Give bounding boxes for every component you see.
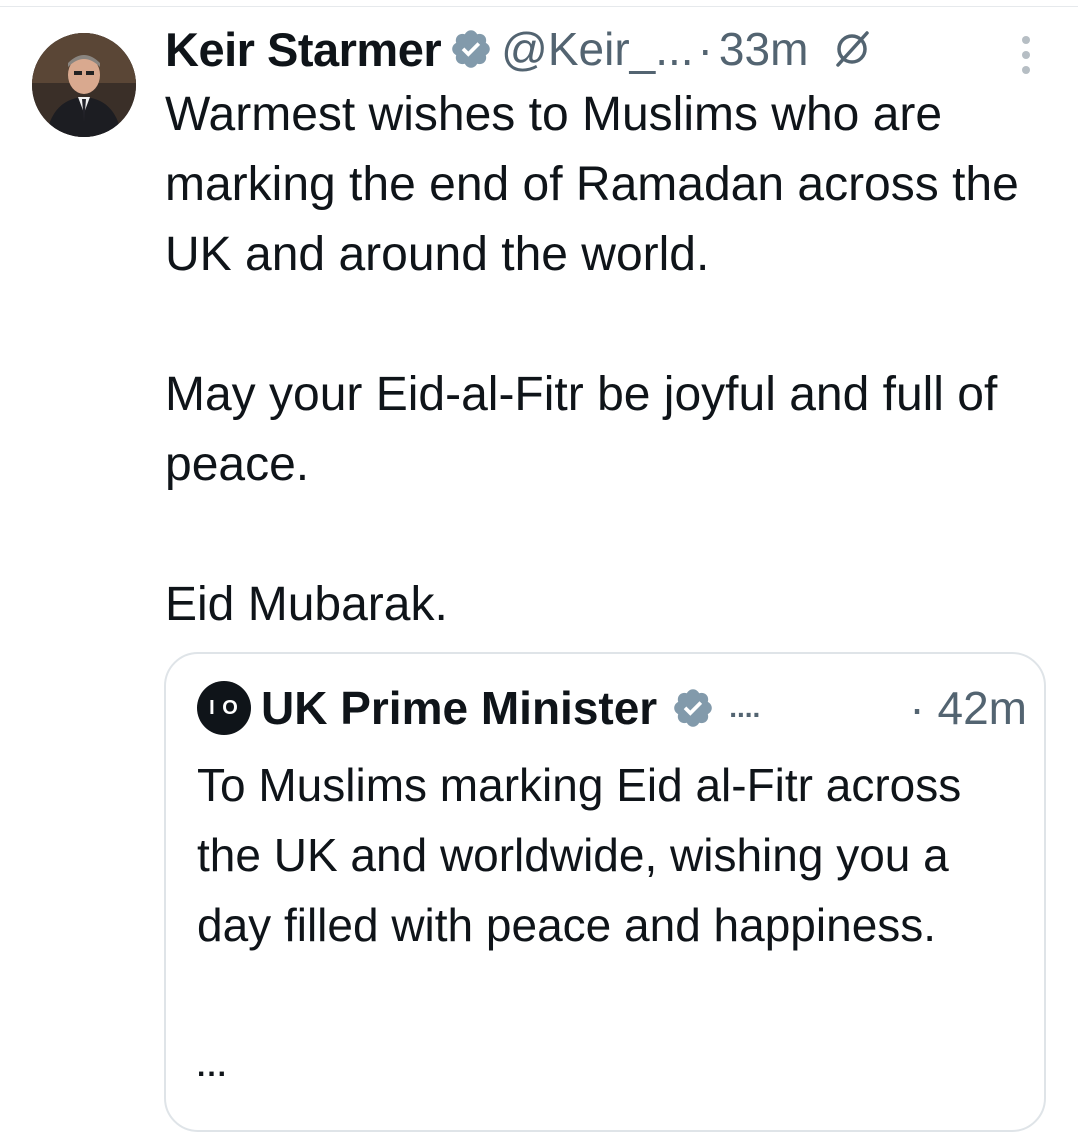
tweet-paragraph-3: Eid Mubarak. xyxy=(165,578,448,631)
separator-dot: · xyxy=(909,682,925,734)
verified-badge-icon[interactable] xyxy=(449,27,493,71)
tweet-timestamp[interactable]: 33m xyxy=(719,22,808,76)
author-handle[interactable]: @Keir_... xyxy=(501,22,693,76)
author-display-name[interactable]: Keir Starmer xyxy=(165,22,442,77)
author-avatar[interactable] xyxy=(32,33,136,137)
more-options-icon[interactable] xyxy=(1014,36,1038,74)
tweet-header: Keir Starmer @Keir_... · 33m xyxy=(165,18,1055,80)
quoted-author-handle[interactable]: .... xyxy=(729,692,760,724)
tweet[interactable]: Keir Starmer @Keir_... · 33m Warmest wis… xyxy=(0,0,1078,1132)
tweet-paragraph-1: Warmest wishes to Muslims who are markin… xyxy=(165,88,1019,281)
quoted-tweet-header: I O UK Prime Minister .... · 42m xyxy=(197,678,1027,738)
tweet-paragraph-2: May your Eid-al-Fitr be joyful and full … xyxy=(165,368,998,491)
quoted-author-display-name[interactable]: UK Prime Minister xyxy=(261,681,657,735)
quoted-time-value: 42m xyxy=(937,682,1027,734)
separator-dot: · xyxy=(697,23,713,75)
verified-badge-icon[interactable] xyxy=(671,686,715,730)
tweet-text: Warmest wishes to Muslims who are markin… xyxy=(165,80,1065,640)
quoted-tweet-text: To Muslims marking Eid al-Fitr across th… xyxy=(197,759,962,951)
quoted-tweet-truncation[interactable]: ... xyxy=(197,1050,228,1084)
quoted-tweet-card[interactable]: I O UK Prime Minister .... · 42m To Musl… xyxy=(164,652,1046,1132)
grok-icon[interactable] xyxy=(830,27,874,71)
quoted-author-avatar[interactable]: I O xyxy=(197,681,251,735)
quoted-tweet-timestamp[interactable]: · 42m xyxy=(909,681,1027,735)
